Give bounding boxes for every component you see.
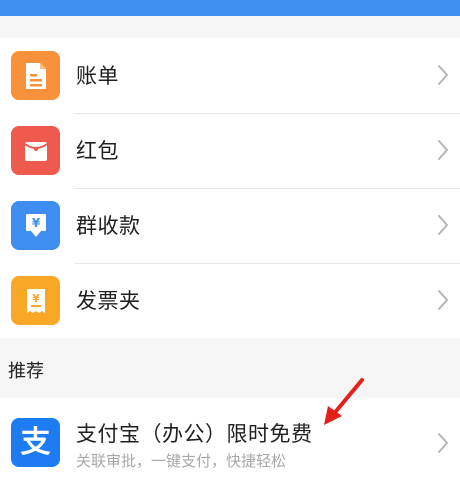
annotation-arrow-icon [324,378,364,425]
chevron-right-icon [438,433,449,453]
chevron-right-icon [438,140,449,160]
svg-text:¥: ¥ [31,216,40,230]
menu-item-bill[interactable]: 账单 [0,38,460,113]
alipay-icon: 支 [11,418,60,467]
menu-item-label: 发票夹 [76,289,141,313]
recommend-item-subtitle: 关联审批，一键支付，快捷轻松 [76,452,287,470]
menu-item-invoice[interactable]: ¥ 发票夹 [0,263,460,338]
header-bar [0,0,460,16]
alipay-icon-glyph: 支 [20,424,51,460]
menu-item-red-envelope[interactable]: 红包 [0,113,460,188]
chevron-right-icon [438,215,449,235]
menu-item-label: 账单 [76,64,119,88]
section-title: 推荐 [8,361,44,382]
svg-text:¥: ¥ [32,292,40,305]
group-collect-icon: ¥ [11,201,60,250]
bill-icon [11,51,60,100]
red-envelope-icon [11,126,60,175]
chevron-right-icon [438,290,449,310]
menu-list: 账单 红包 ¥ 群收款 ¥ 发票夹 [0,38,460,338]
menu-item-group-collect[interactable]: ¥ 群收款 [0,188,460,263]
recommend-section: 推荐 [0,338,460,398]
chevron-right-icon [438,65,449,85]
invoice-icon: ¥ [11,276,60,325]
recommend-item-title: 支付宝（办公）限时免费 [76,422,313,446]
recommend-item-alipay-office[interactable]: 支 支付宝（办公）限时免费 关联审批，一键支付，快捷轻松 [0,398,460,489]
menu-item-label: 红包 [76,139,119,163]
menu-item-label: 群收款 [76,214,141,238]
